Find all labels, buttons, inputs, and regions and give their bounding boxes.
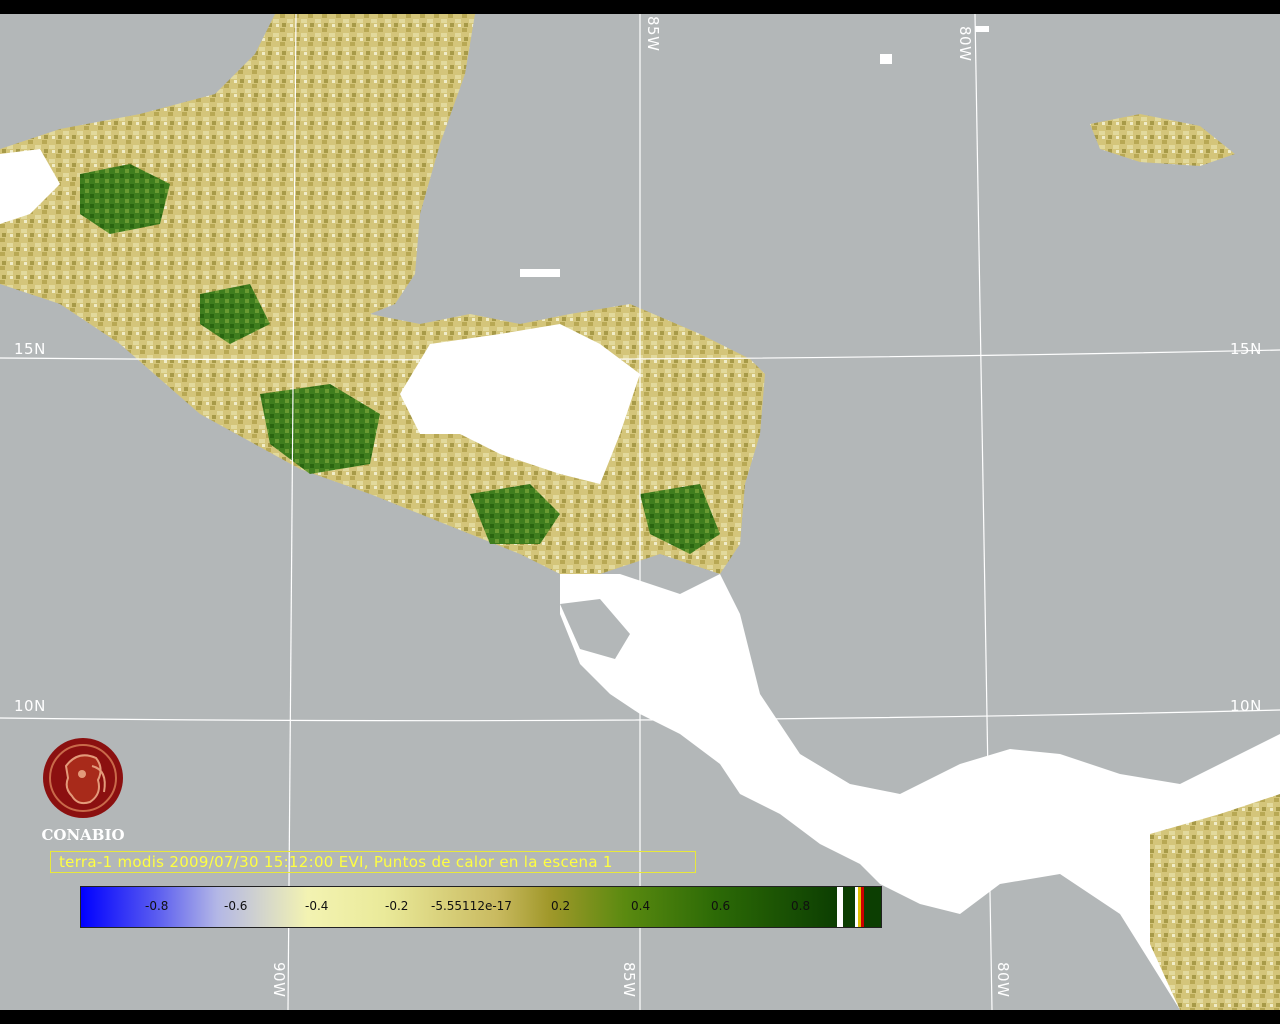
island-speck — [880, 54, 892, 64]
lon-label-85w-top: 85W — [644, 16, 662, 52]
colorbar-tick: 0.4 — [631, 899, 651, 913]
map-view[interactable]: 15N 15N 10N 10N 85W 80W 90W 85W 80W CONA… — [0, 14, 1280, 1010]
page: { "map": { "lat_labels": ["15N", "15N", … — [0, 0, 1280, 1024]
lon-label-90w-bottom: 90W — [270, 962, 288, 998]
island-speck — [975, 26, 989, 32]
colorbar-tick: -5.55112e-17 — [431, 899, 512, 913]
colorbar-tick: -0.6 — [224, 899, 248, 913]
colorbar-tick: 0.8 — [791, 899, 811, 913]
island-bay — [520, 269, 560, 277]
colorbar-tick: -0.2 — [385, 899, 409, 913]
lat-label-10n-left: 10N — [14, 697, 46, 715]
lon-label-80w-top: 80W — [956, 26, 974, 62]
colorbar: -0.8 -0.6 -0.4 -0.2 -5.55112e-17 0.2 0.4… — [80, 886, 882, 928]
lon-label-85w-bottom: 85W — [620, 962, 638, 998]
colorbar-hotspot-segment — [837, 887, 881, 927]
landmass-yucatan-guatemala — [0, 14, 765, 574]
lat-label-15n-right: 15N — [1230, 340, 1262, 358]
lat-label-15n-left: 15N — [14, 340, 46, 358]
conabio-logo: CONABIO — [36, 736, 130, 844]
conabio-wordmark: CONABIO — [41, 826, 125, 844]
colorbar-tick: 0.6 — [711, 899, 731, 913]
colorbar-tick: 0.2 — [551, 899, 571, 913]
lat-label-10n-right: 10N — [1230, 697, 1262, 715]
scene-caption: terra-1 modis 2009/07/30 15:12:00 EVI, P… — [50, 851, 696, 873]
landmass-jamaica — [1090, 114, 1235, 166]
colorbar-tick: -0.4 — [305, 899, 329, 913]
lon-label-80w-bottom: 80W — [994, 962, 1012, 998]
conabio-emblem-icon — [43, 738, 123, 818]
colorbar-tick: -0.8 — [145, 899, 169, 913]
